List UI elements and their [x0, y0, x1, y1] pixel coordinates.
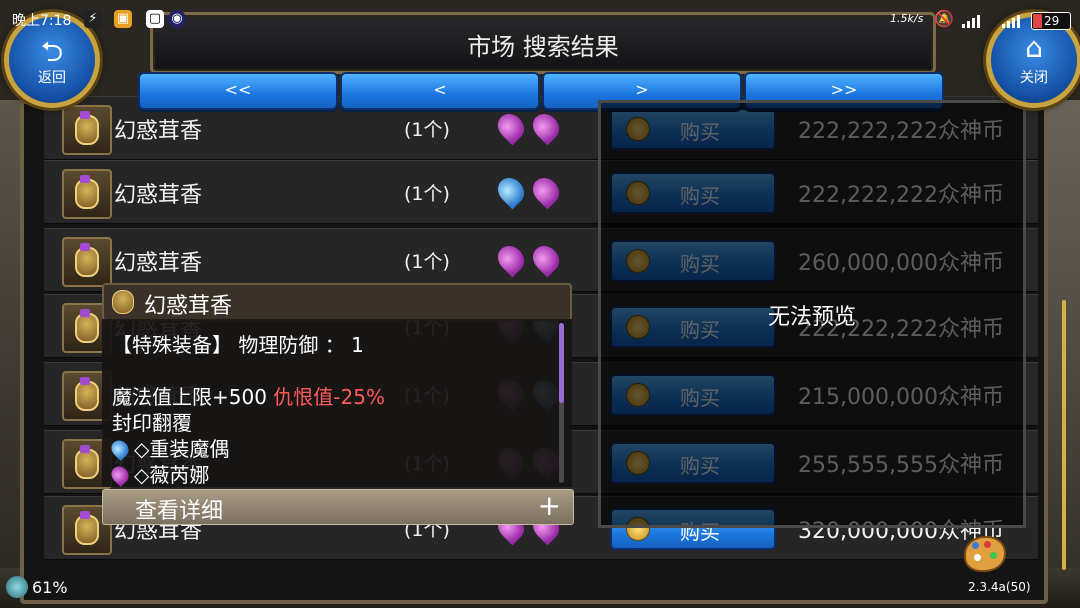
item-slot[interactable] [62, 105, 112, 155]
blue-stone-icon [492, 172, 530, 210]
item-name: 幻惑茸香 [114, 251, 203, 276]
blue-gem-icon [107, 436, 133, 462]
item-slot[interactable] [62, 169, 112, 219]
status-bar: 晚上7:18 ⚡ ▣ ▢ ◉ 1.5k/s 🔕 29 [0, 0, 1080, 40]
ring-icon [75, 313, 99, 343]
item-count: (1个) [404, 251, 450, 273]
gem2-label: ◇薇芮娜 [134, 463, 210, 487]
ring-icon [75, 179, 99, 209]
tooltip-stats-line: 魔法值上限+500 仇恨值-25% [112, 381, 385, 410]
ring-icon [75, 247, 99, 277]
network-speed: 1.5k/s [890, 12, 924, 25]
tooltip-item-name: 幻惑茸香 [144, 294, 233, 319]
item-count: (1个) [404, 183, 450, 205]
app-icon: ▣ [114, 10, 132, 28]
purple-stone-icon [492, 108, 530, 146]
mi-icon: ▢ [146, 10, 164, 28]
mana-stat: 魔法值上限+500 [112, 385, 274, 409]
ring-icon [75, 381, 99, 411]
preview-panel: 无法预览 [598, 100, 1026, 528]
purple-stone-icon [527, 240, 565, 278]
ring-icon [75, 515, 99, 545]
loading-indicator: 61% [6, 576, 68, 598]
palette-icon[interactable] [964, 536, 1006, 572]
item-slot[interactable] [62, 237, 112, 287]
first-page-button[interactable]: << [138, 72, 338, 110]
item-tooltip: 幻惑茸香 【特殊装备】 物理防御 ： 1 魔法值上限+500 仇恨值-25% 封… [102, 283, 574, 525]
hate-stat-label: 仇恨值 [273, 385, 334, 409]
lightning-icon: ⚡ [84, 10, 102, 28]
signal-icon-2 [1002, 12, 1020, 28]
tooltip-seal-line: 封印翻覆 [112, 411, 192, 435]
view-details-label: 查看详细 [135, 499, 224, 524]
purple-stone-icon [492, 240, 530, 278]
item-name: 幻惑茸香 [114, 119, 203, 144]
ring-icon [75, 115, 99, 145]
status-time: 晚上7:18 [12, 13, 72, 29]
preview-message: 无法预览 [767, 305, 856, 330]
item-count: (1个) [404, 119, 450, 141]
signal-icon [962, 12, 980, 28]
tooltip-gem-line-1: ◇重装魔偶 [107, 433, 230, 462]
percent-text: 61% [32, 578, 68, 597]
item-name: 幻惑茸香 [114, 183, 203, 208]
battery-level: 29 [1044, 14, 1060, 28]
battery-icon: 29 [1031, 12, 1071, 30]
tooltip-body: 【特殊装备】 物理防御 ： 1 魔法值上限+500 仇恨值-25% 封印翻覆 ◇… [102, 319, 572, 488]
game-screen: 晚上7:18 ⚡ ▣ ▢ ◉ 1.5k/s 🔕 29 市场 搜索结果 ⮌ 返回 … [0, 0, 1080, 608]
close-label: 关闭 [1020, 70, 1048, 86]
purple-stone-icon [527, 108, 565, 146]
tooltip-gem-line-2: ◇薇芮娜 [107, 459, 210, 488]
orb-icon [6, 576, 28, 598]
notification-off-icon: 🔕 [934, 9, 954, 28]
purple-gem-icon [107, 462, 133, 488]
ring-icon [75, 449, 99, 479]
purple-stone-icon [527, 172, 565, 210]
hate-stat-value: -25% [333, 385, 385, 409]
tooltip-scrollbar[interactable] [559, 323, 564, 483]
view-details-button[interactable]: 查看详细 + [102, 489, 574, 525]
ring-icon [112, 290, 134, 314]
version-text: 2.3.4a(50) [968, 580, 1031, 594]
gem1-label: ◇重装魔偶 [134, 437, 230, 461]
prev-page-button[interactable]: < [340, 72, 540, 110]
back-label: 返回 [38, 70, 66, 86]
tooltip-header: 幻惑茸香 [102, 283, 572, 321]
assistant-icon: ◉ [168, 10, 186, 28]
tooltip-defense-line: 【特殊装备】 物理防御 ： 1 [112, 333, 364, 357]
list-scrollbar[interactable] [1062, 300, 1066, 570]
plus-icon: + [537, 489, 561, 522]
